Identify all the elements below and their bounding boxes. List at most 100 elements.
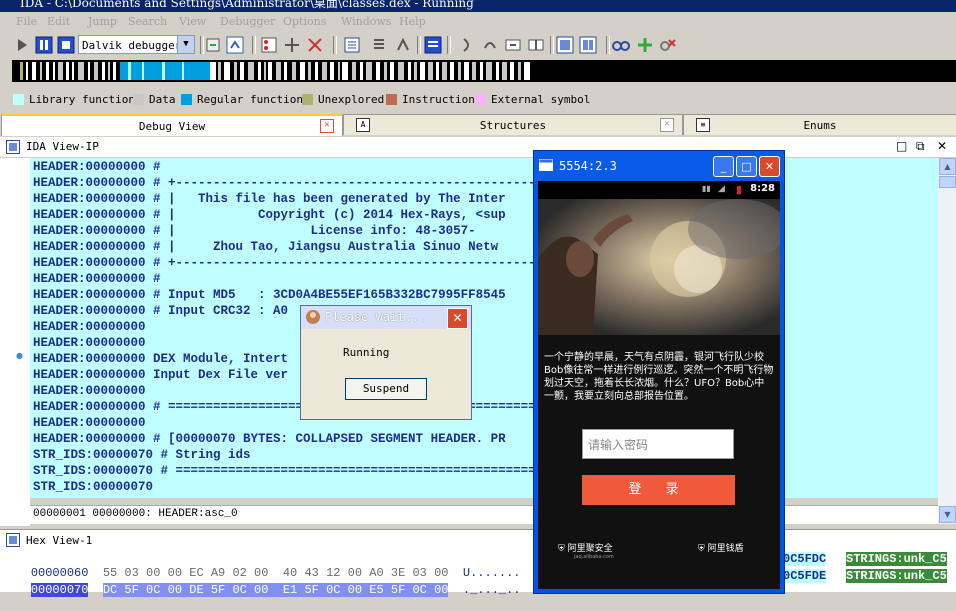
- login-button[interactable]: 登 录: [582, 475, 735, 505]
- disassembly-line[interactable]: HEADER:00000000 Input Dex File ver: [33, 368, 288, 382]
- maximize-icon[interactable]: □: [736, 156, 757, 177]
- minimize-icon[interactable]: _: [713, 156, 734, 177]
- glasses-icon[interactable]: [612, 36, 630, 54]
- hex-address: 00000070: [30, 583, 89, 597]
- menu-file[interactable]: File: [16, 15, 37, 28]
- tab-debug-view[interactable]: Debug View ✕: [1, 114, 343, 136]
- locals-view-icon[interactable]: [579, 36, 597, 54]
- legend-swatch: [13, 94, 24, 105]
- disassembly-line[interactable]: HEADER:00000000: [33, 336, 146, 350]
- disassembly-line[interactable]: STR_IDS:00000070: [33, 480, 153, 494]
- disassembly-line[interactable]: HEADER:00000000 # Input CRC32 : A0: [33, 304, 288, 318]
- scroll-up-icon[interactable]: ▲: [939, 158, 956, 175]
- run-to-cursor-icon[interactable]: [504, 36, 522, 54]
- password-input[interactable]: 请输入密码: [582, 429, 734, 459]
- legend-label: External symbol: [491, 93, 591, 106]
- disassembly-line[interactable]: HEADER:00000000: [33, 416, 146, 430]
- legend-item: Unexplored: [302, 93, 384, 106]
- breakpoint-marker-icon: ●: [16, 351, 23, 360]
- menu-view[interactable]: View: [179, 15, 206, 28]
- suspend-button[interactable]: Suspend: [345, 378, 427, 400]
- delete-watch-icon[interactable]: [659, 36, 677, 54]
- navigation-band[interactable]: [12, 60, 956, 82]
- close-icon[interactable]: ✕: [320, 119, 334, 133]
- pause-icon[interactable]: [35, 36, 53, 54]
- disassembly-line[interactable]: HEADER:00000000 # | License info: 48-305…: [33, 224, 476, 238]
- menu-windows[interactable]: Windows: [341, 15, 391, 28]
- breakpoint-list-icon[interactable]: [260, 36, 278, 54]
- alibaba-security-logo: ⛨ 阿里聚安全 jaq.alibaba.com: [558, 541, 614, 560]
- disassembly-line[interactable]: HEADER:00000000 # [00000070 BYTES: COLLA…: [33, 432, 506, 446]
- attach-process-icon[interactable]: [204, 36, 222, 54]
- tab-structures[interactable]: A Structures ✕: [343, 114, 683, 135]
- hex-view-icon: [6, 533, 20, 547]
- disassembly-line[interactable]: HEADER:00000000 DEX Module, Intert: [33, 352, 288, 366]
- disassembly-line[interactable]: HEADER:00000000 # | This file has been g…: [33, 192, 506, 206]
- step-into-icon[interactable]: [458, 36, 476, 54]
- legend-item: Data: [133, 93, 176, 106]
- add-breakpoint-icon[interactable]: [283, 36, 301, 54]
- restore-icon[interactable]: ⧉: [916, 139, 925, 154]
- menu-options[interactable]: Options: [283, 15, 326, 28]
- string-ref[interactable]: STRINGS:unk_C5: [846, 552, 947, 566]
- step-out-icon[interactable]: [527, 36, 545, 54]
- step-over-icon[interactable]: [481, 36, 499, 54]
- stack-trace-icon[interactable]: [424, 36, 442, 54]
- close-icon[interactable]: ✕: [759, 156, 780, 177]
- signal-icon: ▮▮: [702, 184, 711, 193]
- menu-edit[interactable]: Edit: [47, 15, 70, 28]
- footer-left-url: jaq.alibaba.com: [574, 554, 614, 560]
- scroll-thumb[interactable]: [939, 176, 956, 188]
- play-icon[interactable]: [13, 36, 31, 54]
- stop-icon[interactable]: [57, 36, 75, 54]
- disassembly-line[interactable]: HEADER:00000000: [33, 384, 146, 398]
- legend-label: Unexplored: [318, 93, 385, 106]
- legend-label: Instruction: [402, 93, 475, 106]
- menu-bar: File Edit Jump Search View Debugger Opti…: [0, 12, 956, 32]
- watch-view-icon[interactable]: [556, 36, 574, 54]
- disassembly-line[interactable]: HEADER:00000000: [33, 320, 146, 334]
- menu-debugger[interactable]: Debugger: [220, 15, 275, 28]
- threads-icon[interactable]: [343, 36, 361, 54]
- vertical-scrollbar[interactable]: ▲ ▼: [938, 158, 956, 524]
- disassembly-line[interactable]: HEADER:00000000 # +---------------------…: [33, 176, 573, 190]
- disassembly-line[interactable]: HEADER:00000000 # | Zhou Tao, Jiangsu Au…: [33, 240, 498, 254]
- tab-bar: Debug View ✕ A Structures ✕ ≡ Enums: [0, 112, 956, 136]
- emulator-title-bar: 5554:2.3 _ □ ✕: [534, 151, 784, 181]
- disassembly-line[interactable]: STR_IDS:00000070 # =====================…: [33, 464, 581, 478]
- tab-label: Enums: [803, 119, 837, 132]
- ida-logo-icon: [306, 310, 320, 324]
- shield-icon: ⛨: [558, 544, 565, 554]
- hex-row[interactable]: 00000070 DC 5F 0C 00 DE 5F 0C 00 E1 5F 0…: [2, 569, 521, 611]
- scroll-down-icon[interactable]: ▼: [939, 506, 956, 523]
- detach-process-icon[interactable]: [226, 36, 244, 54]
- trace-icon[interactable]: [394, 36, 412, 54]
- emulator-screen[interactable]: ▮▮ ◢ ▮ 8:28 一个宁静的早晨，天气有点阴霾，银河飞行队少校Bob像往常…: [538, 181, 780, 589]
- window-title-bar: IDA - C:\Documents and Settings\Administ…: [0, 0, 956, 12]
- ida-view-title: IDA View-IP: [26, 140, 99, 153]
- string-ref[interactable]: STRINGS:unk_C5: [846, 569, 947, 583]
- chevron-down-icon[interactable]: ▼: [177, 36, 194, 53]
- minimize-icon[interactable]: □: [896, 139, 907, 153]
- disassembly-line[interactable]: STR_IDS:00000070 # String ids: [33, 448, 251, 462]
- menu-help[interactable]: Help: [399, 15, 426, 28]
- legend: Library function Data Regular function U…: [0, 90, 956, 110]
- disassembly-line[interactable]: HEADER:00000000 # Input MD5 : 3CD0A4BE55…: [33, 288, 506, 302]
- string-address: 0C5FDE: [783, 569, 827, 583]
- tab-enums[interactable]: ≡ Enums: [683, 114, 956, 135]
- string-address: 0C5FDC: [783, 552, 827, 566]
- add-watch-icon[interactable]: [636, 36, 654, 54]
- disassembly-line[interactable]: HEADER:00000000 # | Copyright (c) 2014 H…: [33, 208, 506, 222]
- menu-jump[interactable]: Jump: [88, 15, 117, 28]
- disassembly-line[interactable]: HEADER:00000000 # +---------------------…: [33, 256, 573, 270]
- close-icon[interactable]: ✕: [937, 139, 947, 153]
- delete-breakpoint-icon[interactable]: [306, 36, 324, 54]
- modules-icon[interactable]: [370, 36, 388, 54]
- debugger-select[interactable]: Dalvik debugger ▼: [78, 35, 195, 54]
- disassembly-line[interactable]: HEADER:00000000 #: [33, 160, 161, 174]
- close-icon[interactable]: ✕: [660, 118, 674, 132]
- android-emulator-window: 5554:2.3 _ □ ✕ ▮▮ ◢ ▮ 8:28 一个宁静的早晨，天气有点阴…: [533, 150, 785, 594]
- close-icon[interactable]: ✕: [447, 308, 468, 329]
- menu-search[interactable]: Search: [128, 15, 167, 28]
- disassembly-line[interactable]: HEADER:00000000 #: [33, 272, 161, 286]
